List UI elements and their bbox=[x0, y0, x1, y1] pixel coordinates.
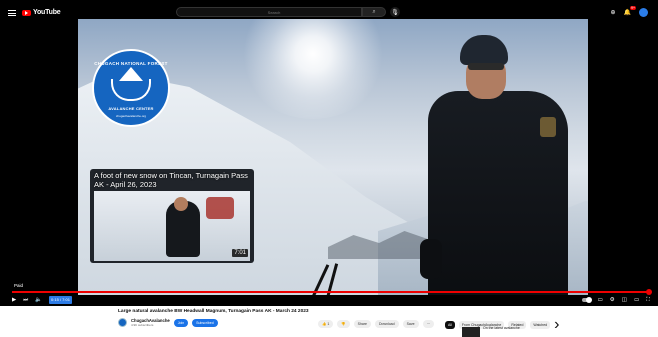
subscribe-button[interactable]: Subscribed bbox=[192, 318, 218, 327]
more-actions-button[interactable]: ⋯ bbox=[422, 320, 435, 328]
voice-search-button[interactable]: 🎙 bbox=[390, 7, 400, 17]
presenter bbox=[418, 29, 588, 295]
join-button[interactable]: Join bbox=[173, 318, 189, 327]
masthead: YouTube ⌕ 🎙 ⊕ 🔔 9+ bbox=[8, 6, 650, 19]
presenter-glasses bbox=[468, 63, 504, 70]
chip-watched[interactable]: Watched bbox=[530, 321, 551, 329]
thumbnail-gear bbox=[206, 197, 234, 219]
recommended-video-title[interactable]: On the latest avalanche bbox=[483, 326, 520, 330]
search-button[interactable]: ⌕ bbox=[362, 7, 386, 17]
channel-row: ChugachAvalanche 4.9K subscribers Join S… bbox=[118, 318, 218, 327]
channel-info: ChugachAvalanche 4.9K subscribers bbox=[131, 318, 170, 327]
logo-url-text: chugachavalanche.org bbox=[115, 114, 147, 118]
create-icon[interactable]: ⊕ bbox=[610, 9, 615, 16]
chip-all[interactable]: All bbox=[445, 321, 455, 329]
watch-metadata: Large natural avalanche BW Headwall Magn… bbox=[0, 306, 658, 337]
save-button[interactable]: Save bbox=[402, 320, 419, 328]
sun-glare bbox=[238, 19, 388, 119]
thumbnail-face bbox=[174, 197, 188, 211]
progress-bar[interactable] bbox=[12, 289, 652, 295]
volume-icon[interactable]: 🔈 bbox=[35, 296, 42, 304]
dislike-button[interactable]: 👎 bbox=[337, 320, 350, 328]
youtube-play-icon bbox=[22, 9, 31, 16]
presenter-beanie bbox=[460, 35, 508, 65]
account-avatar[interactable] bbox=[639, 8, 648, 17]
logo-top-text: CHUGACH NATIONAL FOREST bbox=[94, 61, 168, 66]
miniplayer-icon[interactable]: ◫ bbox=[622, 297, 627, 303]
subtitles-icon[interactable]: ▭ bbox=[598, 297, 603, 303]
end-screen-title: A foot of new snow on Tincan, Turnagain … bbox=[94, 171, 248, 189]
video-player[interactable]: CHUGACH NATIONAL FOREST AVALANCHE CENTER… bbox=[78, 19, 588, 295]
download-button[interactable]: Download bbox=[375, 320, 399, 328]
video-title: Large natural avalanche BW Headwall Magn… bbox=[118, 309, 309, 314]
theater-mode-icon[interactable]: ▭ bbox=[634, 297, 639, 303]
search-input[interactable] bbox=[176, 7, 362, 17]
avalanche-center-logo: CHUGACH NATIONAL FOREST AVALANCHE CENTER… bbox=[92, 49, 170, 127]
time-display: 0:15 / 7:01 bbox=[49, 296, 72, 304]
end-screen-video-card[interactable]: A foot of new snow on Tincan, Turnagain … bbox=[90, 169, 254, 263]
search-bar: ⌕ 🎙 bbox=[176, 7, 400, 17]
channel-avatar[interactable] bbox=[118, 318, 127, 327]
settings-gear-icon[interactable]: ⚙ bbox=[610, 297, 615, 303]
thumbs-down-icon: 👎 bbox=[341, 322, 346, 326]
mountain-hands-icon bbox=[111, 67, 151, 101]
player-controls: ▶ ⏭ 🔈 0:15 / 7:01 ▭ ⚙ ◫ ▭ ⛶ bbox=[12, 296, 650, 304]
share-button[interactable]: Share bbox=[353, 320, 371, 328]
fullscreen-icon[interactable]: ⛶ bbox=[646, 297, 650, 304]
notification-badge: 9+ bbox=[630, 6, 636, 10]
end-screen-thumbnail bbox=[94, 191, 250, 261]
chevron-right-icon[interactable]: › bbox=[554, 316, 559, 334]
microphone-icon: 🎙 bbox=[391, 9, 399, 16]
shoulder-patch bbox=[540, 117, 556, 137]
masthead-actions: ⊕ 🔔 9+ bbox=[610, 6, 648, 17]
action-buttons: 👍 1 👎 Share Download Save ⋯ bbox=[318, 320, 435, 328]
presenter-glove bbox=[420, 239, 442, 279]
play-icon[interactable]: ▶ bbox=[12, 296, 16, 304]
like-count: 1 bbox=[327, 322, 330, 326]
scrubber-handle[interactable] bbox=[646, 289, 652, 295]
notifications-button[interactable]: 🔔 9+ bbox=[623, 6, 636, 16]
player-controls-right: ▭ ⚙ ◫ ▭ ⛶ bbox=[581, 297, 650, 304]
autoplay-toggle[interactable] bbox=[581, 297, 592, 303]
recommended-video-thumbnail[interactable] bbox=[462, 327, 480, 337]
next-icon[interactable]: ⏭ bbox=[23, 296, 28, 304]
youtube-logo[interactable]: YouTube bbox=[22, 9, 61, 16]
end-screen-duration: 7:01 bbox=[232, 249, 248, 257]
paid-promotion-chip: Paid bbox=[12, 283, 26, 288]
subscriber-count: 4.9K subscribers bbox=[131, 323, 154, 327]
bell-icon: 🔔 bbox=[623, 10, 631, 16]
like-button[interactable]: 👍 1 bbox=[318, 320, 334, 328]
search-icon: ⌕ bbox=[372, 8, 376, 15]
logo-text: YouTube bbox=[33, 9, 61, 16]
logo-bottom-text: AVALANCHE CENTER bbox=[108, 106, 154, 111]
hamburger-menu-icon[interactable] bbox=[8, 9, 16, 16]
